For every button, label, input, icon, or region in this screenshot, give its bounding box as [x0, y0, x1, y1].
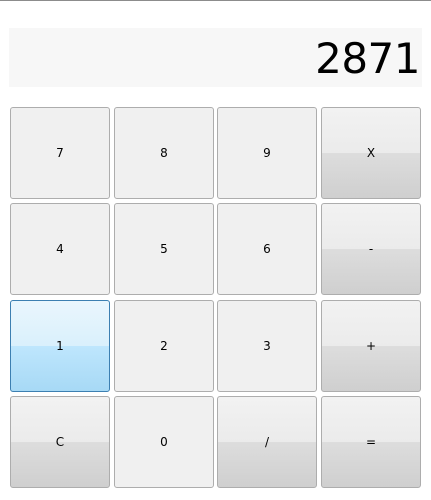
key-7-label: 7	[56, 146, 64, 160]
key-divide-label: /	[264, 435, 270, 449]
key-multiply-label: X	[366, 146, 376, 160]
key-4[interactable]: 4	[10, 203, 110, 295]
key-6[interactable]: 6	[217, 203, 317, 295]
keypad: 7 8 9 X 4 5 6 - 1 2 3 + C 0 / =	[10, 107, 421, 489]
key-1[interactable]: 1	[10, 300, 110, 392]
key-8[interactable]: 8	[114, 107, 214, 199]
key-clear[interactable]: C	[10, 396, 110, 488]
key-multiply[interactable]: X	[321, 107, 421, 199]
key-4-label: 4	[56, 242, 64, 256]
key-3[interactable]: 3	[217, 300, 317, 392]
display-value: 2871	[315, 34, 420, 83]
window-top-border	[0, 0, 431, 1]
key-1-label: 1	[56, 339, 64, 353]
key-divide[interactable]: /	[217, 396, 317, 488]
key-2-label: 2	[160, 339, 168, 353]
key-9[interactable]: 9	[217, 107, 317, 199]
key-5[interactable]: 5	[114, 203, 214, 295]
key-equals[interactable]: =	[321, 396, 421, 488]
key-add[interactable]: +	[321, 300, 421, 392]
key-6-label: 6	[263, 242, 271, 256]
key-subtract-label: -	[368, 242, 374, 256]
key-subtract[interactable]: -	[321, 203, 421, 295]
key-0[interactable]: 0	[114, 396, 214, 488]
key-2[interactable]: 2	[114, 300, 214, 392]
key-3-label: 3	[263, 339, 271, 353]
key-add-label: +	[365, 339, 377, 353]
key-clear-label: C	[55, 435, 65, 449]
key-8-label: 8	[160, 146, 168, 160]
calculator-display: 2871	[9, 28, 422, 87]
key-5-label: 5	[160, 242, 168, 256]
key-9-label: 9	[263, 146, 271, 160]
key-0-label: 0	[160, 435, 168, 449]
key-equals-label: =	[365, 435, 377, 449]
key-7[interactable]: 7	[10, 107, 110, 199]
